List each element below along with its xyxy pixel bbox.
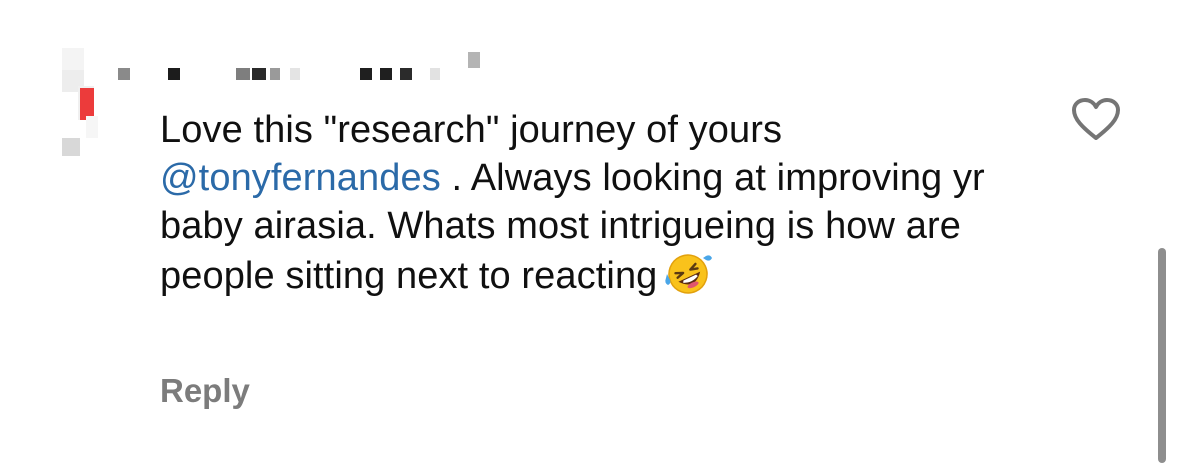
reply-button[interactable]: Reply bbox=[160, 372, 250, 410]
heart-outline-icon[interactable] bbox=[1070, 96, 1122, 142]
username-redacted[interactable] bbox=[112, 48, 492, 88]
avatar[interactable] bbox=[58, 48, 118, 168]
comment-text-intro: Love this "research" journey of yours bbox=[160, 109, 783, 151]
scrollbar-thumb[interactable] bbox=[1158, 248, 1166, 463]
rolling-on-the-floor-laughing-emoji bbox=[663, 250, 713, 298]
comment-text: Love this "research" journey of yours @to… bbox=[160, 106, 1040, 300]
mention-link[interactable]: @tonyfernandes bbox=[160, 157, 441, 199]
